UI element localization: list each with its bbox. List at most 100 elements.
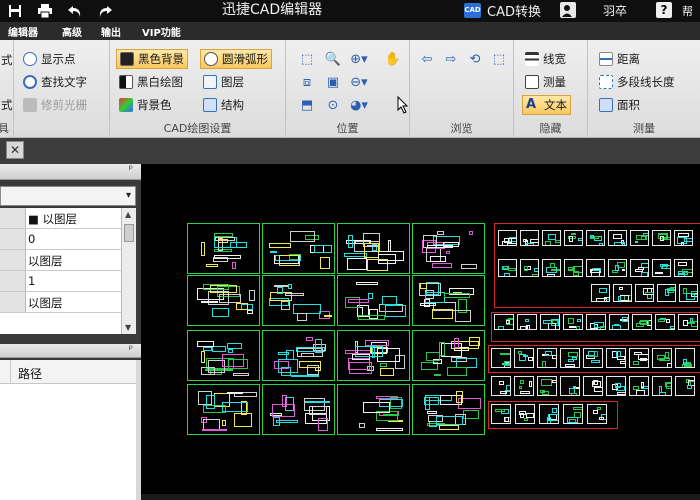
- detail-drawing[interactable]: [674, 230, 693, 246]
- detail-drawing[interactable]: [498, 230, 517, 246]
- drawing-sheet[interactable]: [412, 275, 485, 326]
- detail-drawing[interactable]: [678, 314, 698, 330]
- view-orbit-button[interactable]: ◕▾: [348, 95, 370, 115]
- property-row[interactable]: 以图层: [0, 292, 121, 313]
- detail-drawing[interactable]: [675, 348, 695, 368]
- drawing-sheet[interactable]: [262, 384, 335, 435]
- find-text-button[interactable]: 查找文字: [20, 72, 90, 92]
- detail-drawing[interactable]: [635, 284, 654, 302]
- cad-convert-button[interactable]: CAD CAD转换: [464, 1, 541, 20]
- drawing-sheet[interactable]: [262, 223, 335, 274]
- text-toggle-button[interactable]: A 文本: [522, 95, 571, 115]
- property-row[interactable]: 1: [0, 271, 121, 292]
- detail-drawing[interactable]: [606, 376, 626, 396]
- property-value[interactable]: 1: [28, 274, 35, 288]
- detail-drawing[interactable]: [560, 376, 580, 396]
- drawing-sheet[interactable]: [412, 223, 485, 274]
- detail-drawing[interactable]: [586, 259, 605, 277]
- drawing-sheet[interactable]: [337, 330, 410, 381]
- scroll-down-icon[interactable]: ▼: [125, 323, 131, 332]
- detail-drawing[interactable]: [542, 230, 561, 246]
- detail-drawing[interactable]: [679, 284, 698, 302]
- property-value[interactable]: 以图层: [28, 253, 63, 269]
- redo-button[interactable]: [90, 1, 120, 21]
- detail-drawing[interactable]: [591, 284, 610, 302]
- structure-button[interactable]: 结构: [200, 95, 247, 115]
- undo-button[interactable]: [60, 1, 90, 21]
- detail-drawing[interactable]: [583, 376, 603, 396]
- line-width-button[interactable]: 线宽: [522, 49, 569, 69]
- property-row[interactable]: 以图层: [0, 250, 121, 271]
- detail-drawing[interactable]: [652, 259, 671, 277]
- detail-drawing[interactable]: [606, 348, 626, 368]
- tab-vip[interactable]: VIP功能: [142, 24, 181, 39]
- zoom-out-button[interactable]: ⊖▾: [348, 72, 370, 92]
- detail-drawing[interactable]: [587, 404, 607, 424]
- detail-drawing[interactable]: [539, 404, 559, 424]
- drawing-sheet[interactable]: [262, 275, 335, 326]
- detail-drawing[interactable]: [609, 314, 629, 330]
- zoom-in-button[interactable]: ⊕▾: [348, 49, 370, 69]
- tab-advanced[interactable]: 高级: [62, 24, 82, 39]
- distance-button[interactable]: 距离: [596, 49, 643, 69]
- detail-drawing[interactable]: [630, 230, 649, 246]
- drawing-sheet[interactable]: [337, 223, 410, 274]
- detail-drawing[interactable]: [608, 259, 627, 277]
- detail-drawing[interactable]: [657, 284, 676, 302]
- zoom-region-button[interactable]: 🔍: [322, 49, 344, 69]
- user-icon[interactable]: [560, 2, 576, 18]
- zoom-window-button[interactable]: ⬚: [296, 49, 318, 69]
- drawing-sheet[interactable]: [187, 275, 260, 326]
- smooth-arc-button[interactable]: 圆滑弧形: [200, 49, 272, 69]
- detail-drawing[interactable]: [586, 230, 605, 246]
- detail-drawing[interactable]: [537, 376, 557, 396]
- detail-drawing[interactable]: [632, 314, 652, 330]
- detail-drawing[interactable]: [515, 404, 535, 424]
- forward-button[interactable]: ⇨: [440, 49, 462, 69]
- detail-drawing[interactable]: [613, 284, 632, 302]
- fit-extents-button[interactable]: ⧈: [296, 72, 318, 92]
- tab-output[interactable]: 输出: [101, 24, 121, 39]
- detail-drawing[interactable]: [652, 348, 672, 368]
- drawing-sheet[interactable]: [262, 330, 335, 381]
- fullscreen-button[interactable]: ⬚: [488, 49, 510, 69]
- previous-view-button[interactable]: ⬒: [296, 95, 318, 115]
- drawing-sheet[interactable]: [187, 223, 260, 274]
- realtime-zoom-button[interactable]: ⊙: [322, 95, 344, 115]
- area-button[interactable]: 面积: [596, 95, 643, 115]
- detail-drawing[interactable]: [655, 314, 675, 330]
- save-button[interactable]: [0, 1, 30, 21]
- detail-drawing[interactable]: [564, 230, 583, 246]
- detail-drawing[interactable]: [491, 404, 511, 424]
- detail-drawing[interactable]: [520, 230, 539, 246]
- detail-drawing[interactable]: [491, 348, 511, 368]
- detail-drawing[interactable]: [560, 348, 580, 368]
- scroll-up-icon[interactable]: ▲: [125, 210, 131, 219]
- back-button[interactable]: ⇦: [416, 49, 438, 69]
- background-color-button[interactable]: 背景色: [116, 95, 175, 115]
- property-row[interactable]: 0: [0, 229, 121, 250]
- drawing-sheet[interactable]: [412, 384, 485, 435]
- drawing-canvas[interactable]: [141, 164, 700, 500]
- detail-drawing[interactable]: [563, 314, 583, 330]
- detail-drawing[interactable]: [542, 259, 561, 277]
- pin-icon[interactable]: ᵖ: [129, 344, 133, 355]
- detail-drawing[interactable]: [514, 376, 534, 396]
- detail-drawing[interactable]: [537, 348, 557, 368]
- drawing-sheet[interactable]: [412, 330, 485, 381]
- black-background-button[interactable]: 黑色背景: [116, 49, 188, 69]
- polyline-length-button[interactable]: 多段线长度: [596, 72, 678, 92]
- detail-drawing[interactable]: [674, 259, 693, 277]
- drawing-sheet[interactable]: [337, 384, 410, 435]
- detail-drawing[interactable]: [514, 348, 534, 368]
- detail-drawing[interactable]: [652, 230, 671, 246]
- layer-button[interactable]: 图层: [200, 72, 247, 92]
- refresh-view-button[interactable]: ⟲: [464, 49, 486, 69]
- help-icon[interactable]: ?: [656, 2, 672, 18]
- detail-drawing[interactable]: [586, 314, 606, 330]
- object-selector-dropdown[interactable]: ▾: [0, 186, 136, 206]
- pin-icon[interactable]: ᵖ: [129, 164, 133, 175]
- print-button[interactable]: [30, 1, 60, 21]
- properties-scrollbar[interactable]: ▲ ▼: [121, 208, 136, 334]
- scroll-thumb[interactable]: [124, 224, 134, 242]
